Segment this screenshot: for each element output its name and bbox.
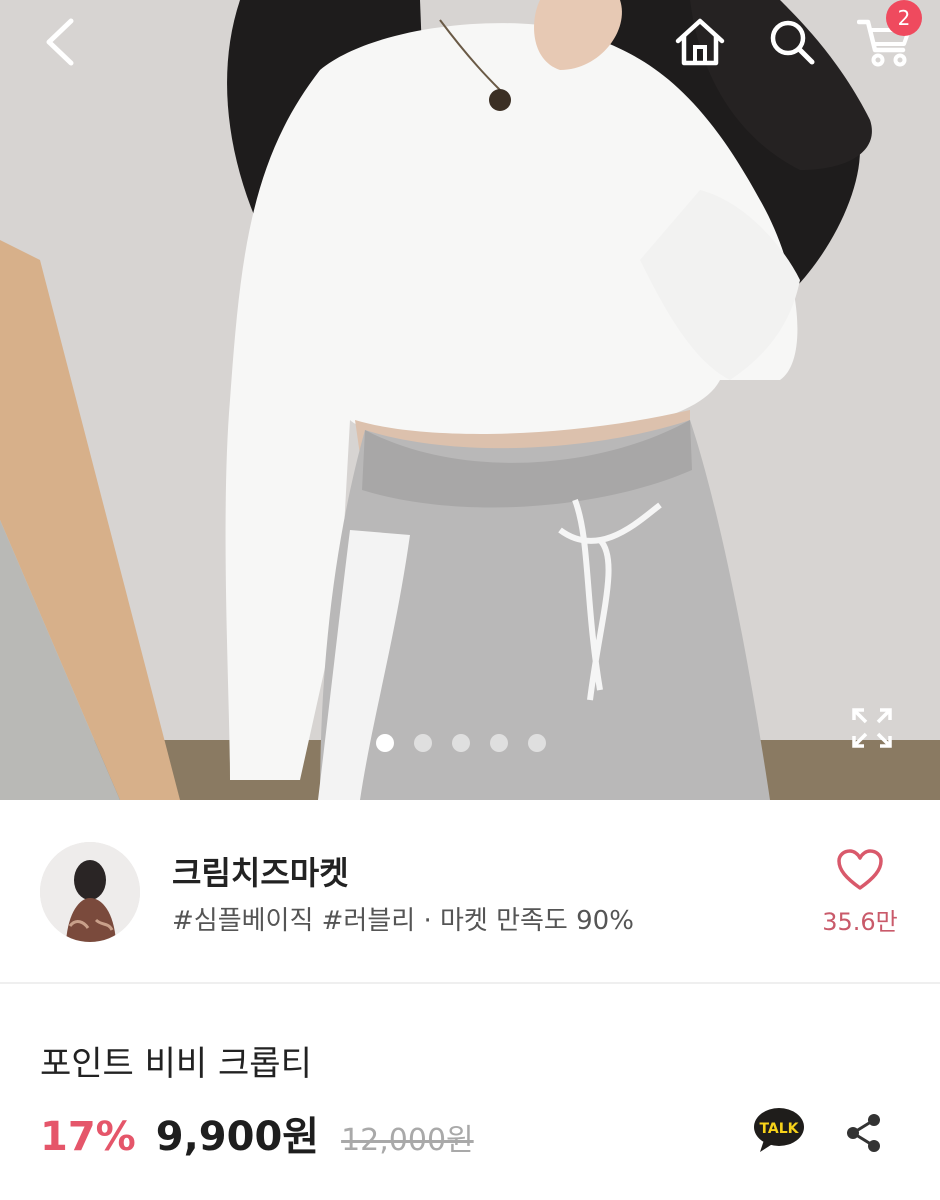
share-button[interactable] [838,1108,888,1158]
product-photo [0,0,940,800]
seller-name[interactable]: 크림치즈마켓 [172,848,349,894]
seller-avatar-image [40,842,140,942]
seller-section: 크림치즈마켓 #심플베이직 #러블리 · 마켓 만족도 90% 35.6만 [0,800,940,984]
home-icon [675,18,725,66]
gallery-dot[interactable] [414,734,432,752]
chevron-left-icon [46,18,74,66]
seller-tags: #심플베이직 #러블리 · 마켓 만족도 90% [172,906,634,936]
product-detail-page: 2 크림치즈마켓 #심플베이직 #러블리 · 마켓 만족도 90% 35.6만 … [0,0,940,1200]
heart-outline-icon [837,849,883,890]
gallery-dot[interactable] [490,734,508,752]
like-count: 35.6만 [822,908,898,936]
search-icon [770,20,815,65]
talk-icon: TALK [754,1108,804,1152]
sale-price: 9,900원 [155,1114,320,1160]
home-button[interactable] [668,10,732,74]
price-row: 17% 9,900원 12,000원 [40,1104,474,1162]
original-price: 12,000원 [341,1123,474,1158]
kakao-talk-button[interactable]: TALK [752,1106,806,1156]
product-title: 포인트 비비 크롭티 [40,1044,312,1084]
gallery-dot[interactable] [528,734,546,752]
gallery-dot[interactable] [376,734,394,752]
product-image-gallery[interactable]: 2 [0,0,940,800]
back-button[interactable] [30,12,90,72]
share-icon [847,1114,880,1152]
seller-avatar[interactable] [40,842,140,942]
cart-count-badge: 2 [886,0,922,36]
expand-image-button[interactable] [846,702,898,754]
gallery-pagination [376,734,546,752]
discount-rate: 17% [40,1114,136,1160]
gallery-dot[interactable] [452,734,470,752]
search-button[interactable] [760,10,824,74]
like-button[interactable]: 35.6만 [812,844,908,944]
talk-label: TALK [759,1121,799,1137]
expand-icon [852,708,892,748]
